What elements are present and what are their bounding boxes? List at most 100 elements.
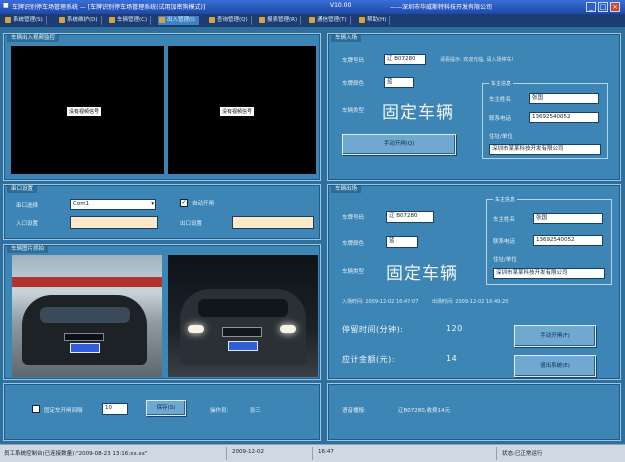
fee-value: 14	[446, 354, 458, 363]
title-bar: ■ 车牌识别停车场管理系统 — [车牌识别停车场管理系统(试用加密狗模式)] V…	[0, 0, 625, 14]
menu-access[interactable]: 出入管理(I)	[158, 16, 199, 25]
no-signal-label: 没有视频信号	[220, 107, 255, 116]
type-label: 车辆类型	[342, 269, 365, 275]
entry-owner-name-field[interactable]: 张国	[529, 93, 599, 104]
chevron-down-icon: ▾	[151, 201, 154, 207]
app-icon: ■	[3, 2, 9, 9]
menu-help[interactable]: 帮助(H)	[358, 16, 391, 25]
save-button[interactable]: 保存(S)	[146, 400, 186, 416]
exit-color-field[interactable]: 蓝	[386, 236, 418, 248]
car-body	[22, 295, 147, 365]
type-label: 车辆类型	[342, 108, 365, 114]
port-panel-title: 串口设置	[7, 186, 38, 193]
capture-panel: 车辆图片抓拍	[3, 244, 321, 380]
menu-vehicle[interactable]: 车辆管理(C)	[108, 16, 152, 25]
menu-maintenance[interactable]: 系统维护(D)	[58, 16, 102, 25]
status-divider	[312, 447, 313, 460]
exit-video-view: 没有视频信号	[168, 46, 316, 174]
menu-query[interactable]: 查询管理(Q)	[208, 16, 252, 25]
entry-color-field[interactable]: 蓝	[384, 77, 414, 88]
interval-checkbox[interactable]	[32, 405, 40, 413]
video-panel: 车辆出入视频监控 没有视频信号 没有视频信号	[3, 33, 321, 181]
menu-icon	[259, 17, 265, 23]
exit-owner-group: 车主信息 车主姓名 张国 联系电话 13692540052 住址/单位 深圳市某…	[486, 196, 612, 285]
exit-manual-open-button[interactable]: 手动开闸(F)	[514, 325, 596, 347]
exit-phone-field[interactable]: 13692540052	[533, 235, 603, 246]
owner-name-label: 车主姓名	[489, 97, 512, 103]
entry-video-view: 没有视频信号	[11, 46, 164, 174]
exit-address-field[interactable]: 深圳市某某科技开发有限公司	[493, 268, 605, 279]
menu-icon	[309, 17, 315, 23]
port-label: 串口选择	[16, 203, 39, 209]
operator-label: 操作员:	[210, 408, 229, 414]
entry-setting-field[interactable]	[70, 216, 158, 229]
entry-phone-field[interactable]: 13692540052	[529, 112, 599, 123]
voice-label: 语音播报:	[342, 408, 366, 414]
entry-panel: 车辆入场 车牌号码 辽 B07280 请看提示: 欢迎光临, 请入场停车! 车牌…	[327, 33, 621, 181]
company-label: ——深圳市华威斯特科技开发有限公司	[390, 4, 493, 11]
video-panel-title: 车辆出入视频监控	[7, 35, 60, 42]
car-grille	[222, 327, 262, 337]
auto-open-checkbox[interactable]: ✓	[180, 199, 188, 207]
exit-panel-title: 车辆出场	[331, 186, 362, 193]
car-windshield	[198, 299, 288, 317]
status-state: 状态:已正常运行	[502, 451, 543, 457]
address-label: 住址/单位	[493, 257, 517, 263]
entry-capture-image	[12, 255, 162, 377]
car-windshield	[40, 307, 130, 323]
exit-time: 出场时间: 2009-12-02 16:49:20	[432, 299, 509, 305]
phone-label: 联系电话	[493, 239, 516, 245]
minimize-button[interactable]: _	[586, 2, 596, 12]
exit-plate-field[interactable]: 辽 B07280	[386, 211, 434, 223]
plate-label: 车牌号码	[342, 58, 365, 64]
interval-field[interactable]: 10	[102, 403, 128, 415]
operator-value: 张三	[250, 408, 262, 414]
entry-owner-group: 车主信息 车主姓名 张国 联系电话 13692540052 住址/单位 深圳市某…	[482, 80, 608, 159]
stay-value: 120	[446, 324, 463, 333]
capture-panel-title: 车辆图片抓拍	[7, 246, 49, 253]
port-select[interactable]: Com1 ▾	[70, 199, 156, 210]
color-label: 车牌颜色	[342, 241, 365, 247]
owner-group-title: 车主信息	[489, 80, 514, 87]
exit-system-button[interactable]: 退出系统(E)	[514, 355, 596, 377]
close-button[interactable]: ×	[610, 2, 620, 12]
entry-manual-open-button[interactable]: 手动开闸(Q)	[342, 134, 456, 155]
exit-setting-field[interactable]	[232, 216, 314, 229]
menu-report[interactable]: 报表管理(R)	[258, 16, 302, 25]
menu-icon	[359, 17, 365, 23]
status-time: 16:47	[318, 449, 334, 455]
entry-hint: 请看提示: 欢迎光临, 请入场停车!	[440, 57, 514, 63]
window-title: 车牌识别停车场管理系统 — [车牌识别停车场管理系统(试用加密狗模式)]	[12, 4, 206, 11]
menu-comm[interactable]: 通信管理(T)	[308, 16, 351, 25]
menu-icon	[109, 17, 115, 23]
exit-type-value: 固定车辆	[386, 264, 458, 284]
color-label: 车牌颜色	[342, 81, 365, 87]
license-plate	[70, 343, 100, 353]
menu-icon	[5, 17, 11, 23]
headlight	[280, 325, 296, 333]
auto-open-label: 自动开闸	[192, 201, 215, 207]
port-panel: 串口设置 串口选择 Com1 ▾ ✓ 自动开闸 入口设置 出口设置	[3, 184, 321, 240]
phone-label: 联系电话	[489, 116, 512, 122]
exit-capture-image	[168, 255, 318, 377]
status-divider	[496, 447, 497, 460]
maximize-button[interactable]: □	[598, 2, 608, 12]
owner-group-title: 车主信息	[493, 196, 518, 203]
menu-bar: 系统管理(S) 系统维护(D) 车辆管理(C) 出入管理(I) 查询管理(Q) …	[0, 14, 625, 27]
license-plate	[228, 341, 258, 351]
entry-plate-field[interactable]: 辽 B07280	[384, 54, 426, 65]
entry-type-value: 固定车辆	[382, 103, 454, 123]
version-label: V10.00	[330, 2, 352, 9]
exit-owner-name-field[interactable]: 张国	[533, 213, 603, 224]
menu-icon	[159, 17, 165, 23]
entry-setting-label: 入口设置	[16, 221, 39, 227]
plate-label: 车牌号码	[342, 215, 365, 221]
entry-address-field[interactable]: 深圳市某某科技开发有限公司	[489, 144, 601, 155]
voice-panel: 语音播报: 辽B07280,收费14元	[327, 383, 621, 441]
entry-panel-title: 车辆入场	[331, 35, 362, 42]
menu-system[interactable]: 系统管理(S)	[4, 16, 47, 25]
settings-panel: 固定车开闸间隔 10 保存(S) 操作员: 张三	[3, 383, 321, 441]
owner-name-label: 车主姓名	[493, 217, 516, 223]
stay-label: 停留时间(分钟):	[342, 325, 404, 334]
no-signal-label: 没有视频信号	[67, 107, 102, 116]
